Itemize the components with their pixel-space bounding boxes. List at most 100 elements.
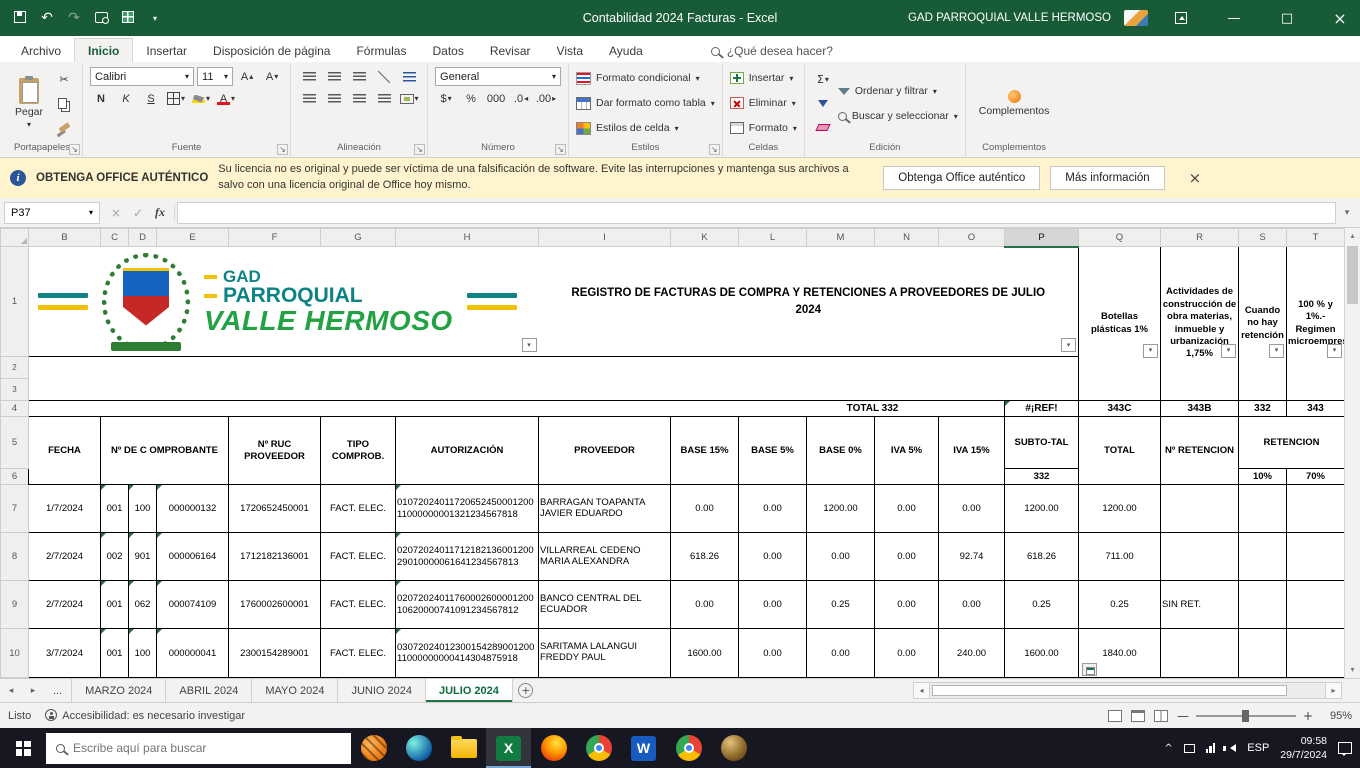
cell-secuencial[interactable]: 000006164	[157, 533, 229, 581]
sheet-cell[interactable]	[29, 401, 807, 417]
undo-button[interactable]: ↶	[39, 10, 55, 26]
wrap-text-button[interactable]	[398, 67, 420, 86]
tell-me-search[interactable]: ¿Qué desea hacer?	[711, 44, 833, 62]
increase-decimal-button[interactable]: .0◂	[510, 89, 532, 108]
cell-ret70[interactable]	[1287, 581, 1345, 629]
orientation-button[interactable]	[373, 67, 395, 86]
header-total[interactable]: TOTAL	[1079, 417, 1161, 485]
fill-color-button[interactable]: ▾	[190, 89, 212, 108]
cell-332[interactable]: 332	[1239, 401, 1287, 417]
cell-total[interactable]: 1840.00	[1079, 629, 1161, 678]
align-left-button[interactable]	[298, 89, 320, 108]
sheet-cell[interactable]	[939, 401, 1005, 417]
clock[interactable]: 09:58 29/7/2024	[1280, 734, 1327, 762]
cell-establecimiento[interactable]: 001	[101, 581, 129, 629]
row-header-10[interactable]: 10	[1, 629, 29, 678]
cell-iva15[interactable]: 92.74	[939, 533, 1005, 581]
column-header-l[interactable]: L	[739, 229, 807, 247]
cell-fecha[interactable]: 1/7/2024	[29, 485, 101, 533]
cell-343b[interactable]: 343B	[1161, 401, 1239, 417]
filter-dropdown-button[interactable]: ▾	[1221, 344, 1236, 358]
cell-establecimiento[interactable]: 002	[101, 533, 129, 581]
network-icon[interactable]	[1206, 743, 1216, 753]
cell-base0[interactable]: 0.00	[807, 629, 875, 678]
sheet-cell[interactable]	[29, 357, 1079, 379]
cell-ret70[interactable]	[1287, 533, 1345, 581]
header-autorizacion[interactable]: AUTORIZACIÓN	[396, 417, 539, 485]
header-subtotal[interactable]: SUBTO-TAL	[1005, 417, 1079, 469]
cell-343[interactable]: 343	[1287, 401, 1345, 417]
filter-dropdown-button[interactable]: ▾	[1143, 344, 1158, 358]
cell-proveedor[interactable]: BARRAGAN TOAPANTA JAVIER EDUARDO	[539, 485, 671, 533]
column-header-f[interactable]: F	[229, 229, 321, 247]
save-button[interactable]	[12, 10, 28, 26]
cancel-entry-button[interactable]: ×	[106, 206, 126, 220]
column-header-p-selected[interactable]: P	[1005, 229, 1079, 247]
taskbar-chrome-2[interactable]	[666, 728, 711, 768]
view-page-break-button[interactable]	[1154, 710, 1168, 722]
autofill-options-button[interactable]	[1082, 663, 1097, 676]
tray-expand-button[interactable]: ^	[1164, 743, 1172, 754]
cell-base5[interactable]: 0.00	[739, 485, 807, 533]
decrease-decimal-button[interactable]: .00▸	[535, 89, 557, 108]
header-proveedor[interactable]: PROVEEDOR	[539, 417, 671, 485]
cell-punto-emision[interactable]: 901	[129, 533, 157, 581]
action-center-icon[interactable]	[1338, 742, 1352, 754]
paste-button[interactable]: Pegar ▾	[9, 67, 49, 140]
taskbar-edge[interactable]	[396, 728, 441, 768]
cell-iva15[interactable]: 0.00	[939, 485, 1005, 533]
taskbar-globe-app[interactable]	[711, 728, 756, 768]
sheet-overflow-button[interactable]: ...	[44, 679, 72, 702]
cell-establecimiento[interactable]: 001	[101, 485, 129, 533]
start-button[interactable]	[0, 728, 46, 768]
tab-vista[interactable]: Vista	[544, 39, 596, 62]
cell-iva5[interactable]: 0.00	[875, 533, 939, 581]
column-header-b[interactable]: B	[29, 229, 101, 247]
row-header-8[interactable]: 8	[1, 533, 29, 581]
zoom-slider-thumb[interactable]	[1242, 710, 1249, 722]
new-sheet-button[interactable]: +	[513, 679, 539, 702]
formula-bar-expand-button[interactable]: ▾	[1338, 208, 1356, 218]
header-regimen-microempresa[interactable]: 100 % y 1%.- Regimen microempresa ▾	[1287, 247, 1345, 401]
cell-autorizacion[interactable]: 0307202401230015428900120011000000000414…	[396, 629, 539, 678]
filter-dropdown-button[interactable]: ▾	[1061, 338, 1076, 352]
align-middle-button[interactable]	[323, 67, 345, 86]
account-name[interactable]: GAD PARROQUIAL VALLE HERMOSO	[908, 12, 1111, 24]
tab-insertar[interactable]: Insertar	[133, 39, 200, 62]
font-size-select[interactable]: 11 ▾	[197, 67, 233, 86]
cell-tipo[interactable]: FACT. ELEC.	[321, 581, 396, 629]
taskbar-file-explorer[interactable]	[441, 728, 486, 768]
cell-num-retencion[interactable]: SIN RET.	[1161, 581, 1239, 629]
italic-button[interactable]: K	[115, 89, 137, 108]
scroll-down-button[interactable]: ▾	[1345, 662, 1360, 678]
cell-base15[interactable]: 0.00	[671, 485, 739, 533]
sheet-tab-mayo[interactable]: MAYO 2024	[252, 679, 338, 702]
complementos-button[interactable]: Complementos	[973, 90, 1056, 117]
view-normal-button[interactable]	[1108, 710, 1122, 722]
cell-ret10[interactable]	[1239, 629, 1287, 678]
taskbar-firefox[interactable]	[531, 728, 576, 768]
cell-iva15[interactable]: 240.00	[939, 629, 1005, 678]
column-header-r[interactable]: R	[1161, 229, 1239, 247]
sort-filter-button[interactable]: Ordenar y filtrar ▾	[838, 80, 958, 102]
dialog-launcher-alineacion[interactable]: ↘	[414, 144, 425, 155]
taskbar-word[interactable]: W	[621, 728, 666, 768]
get-office-button[interactable]: Obtenga Office auténtico	[883, 166, 1040, 190]
cell-total[interactable]: 1200.00	[1079, 485, 1161, 533]
scroll-left-button[interactable]: ◂	[913, 682, 930, 699]
decrease-indent-button[interactable]	[373, 89, 395, 108]
grow-font-button[interactable]: A▴	[236, 67, 258, 86]
accessibility-status[interactable]: Accesibilidad: es necesario investigar	[45, 709, 245, 722]
borders-button[interactable]: ▾	[165, 89, 187, 108]
cell-ref-error[interactable]: #¡REF!	[1005, 401, 1079, 417]
thousands-format-button[interactable]: 000	[485, 89, 507, 108]
underline-button[interactable]: S	[140, 89, 162, 108]
format-painter-button[interactable]	[53, 118, 75, 137]
cell-ret10[interactable]	[1239, 581, 1287, 629]
column-header-c[interactable]: C	[101, 229, 129, 247]
dialog-launcher-fuente[interactable]: ↘	[277, 144, 288, 155]
header-ret70[interactable]: 70%	[1287, 469, 1345, 485]
book-search-button[interactable]	[93, 10, 109, 26]
cell-subtotal[interactable]: 618.26	[1005, 533, 1079, 581]
cell-punto-emision[interactable]: 062	[129, 581, 157, 629]
